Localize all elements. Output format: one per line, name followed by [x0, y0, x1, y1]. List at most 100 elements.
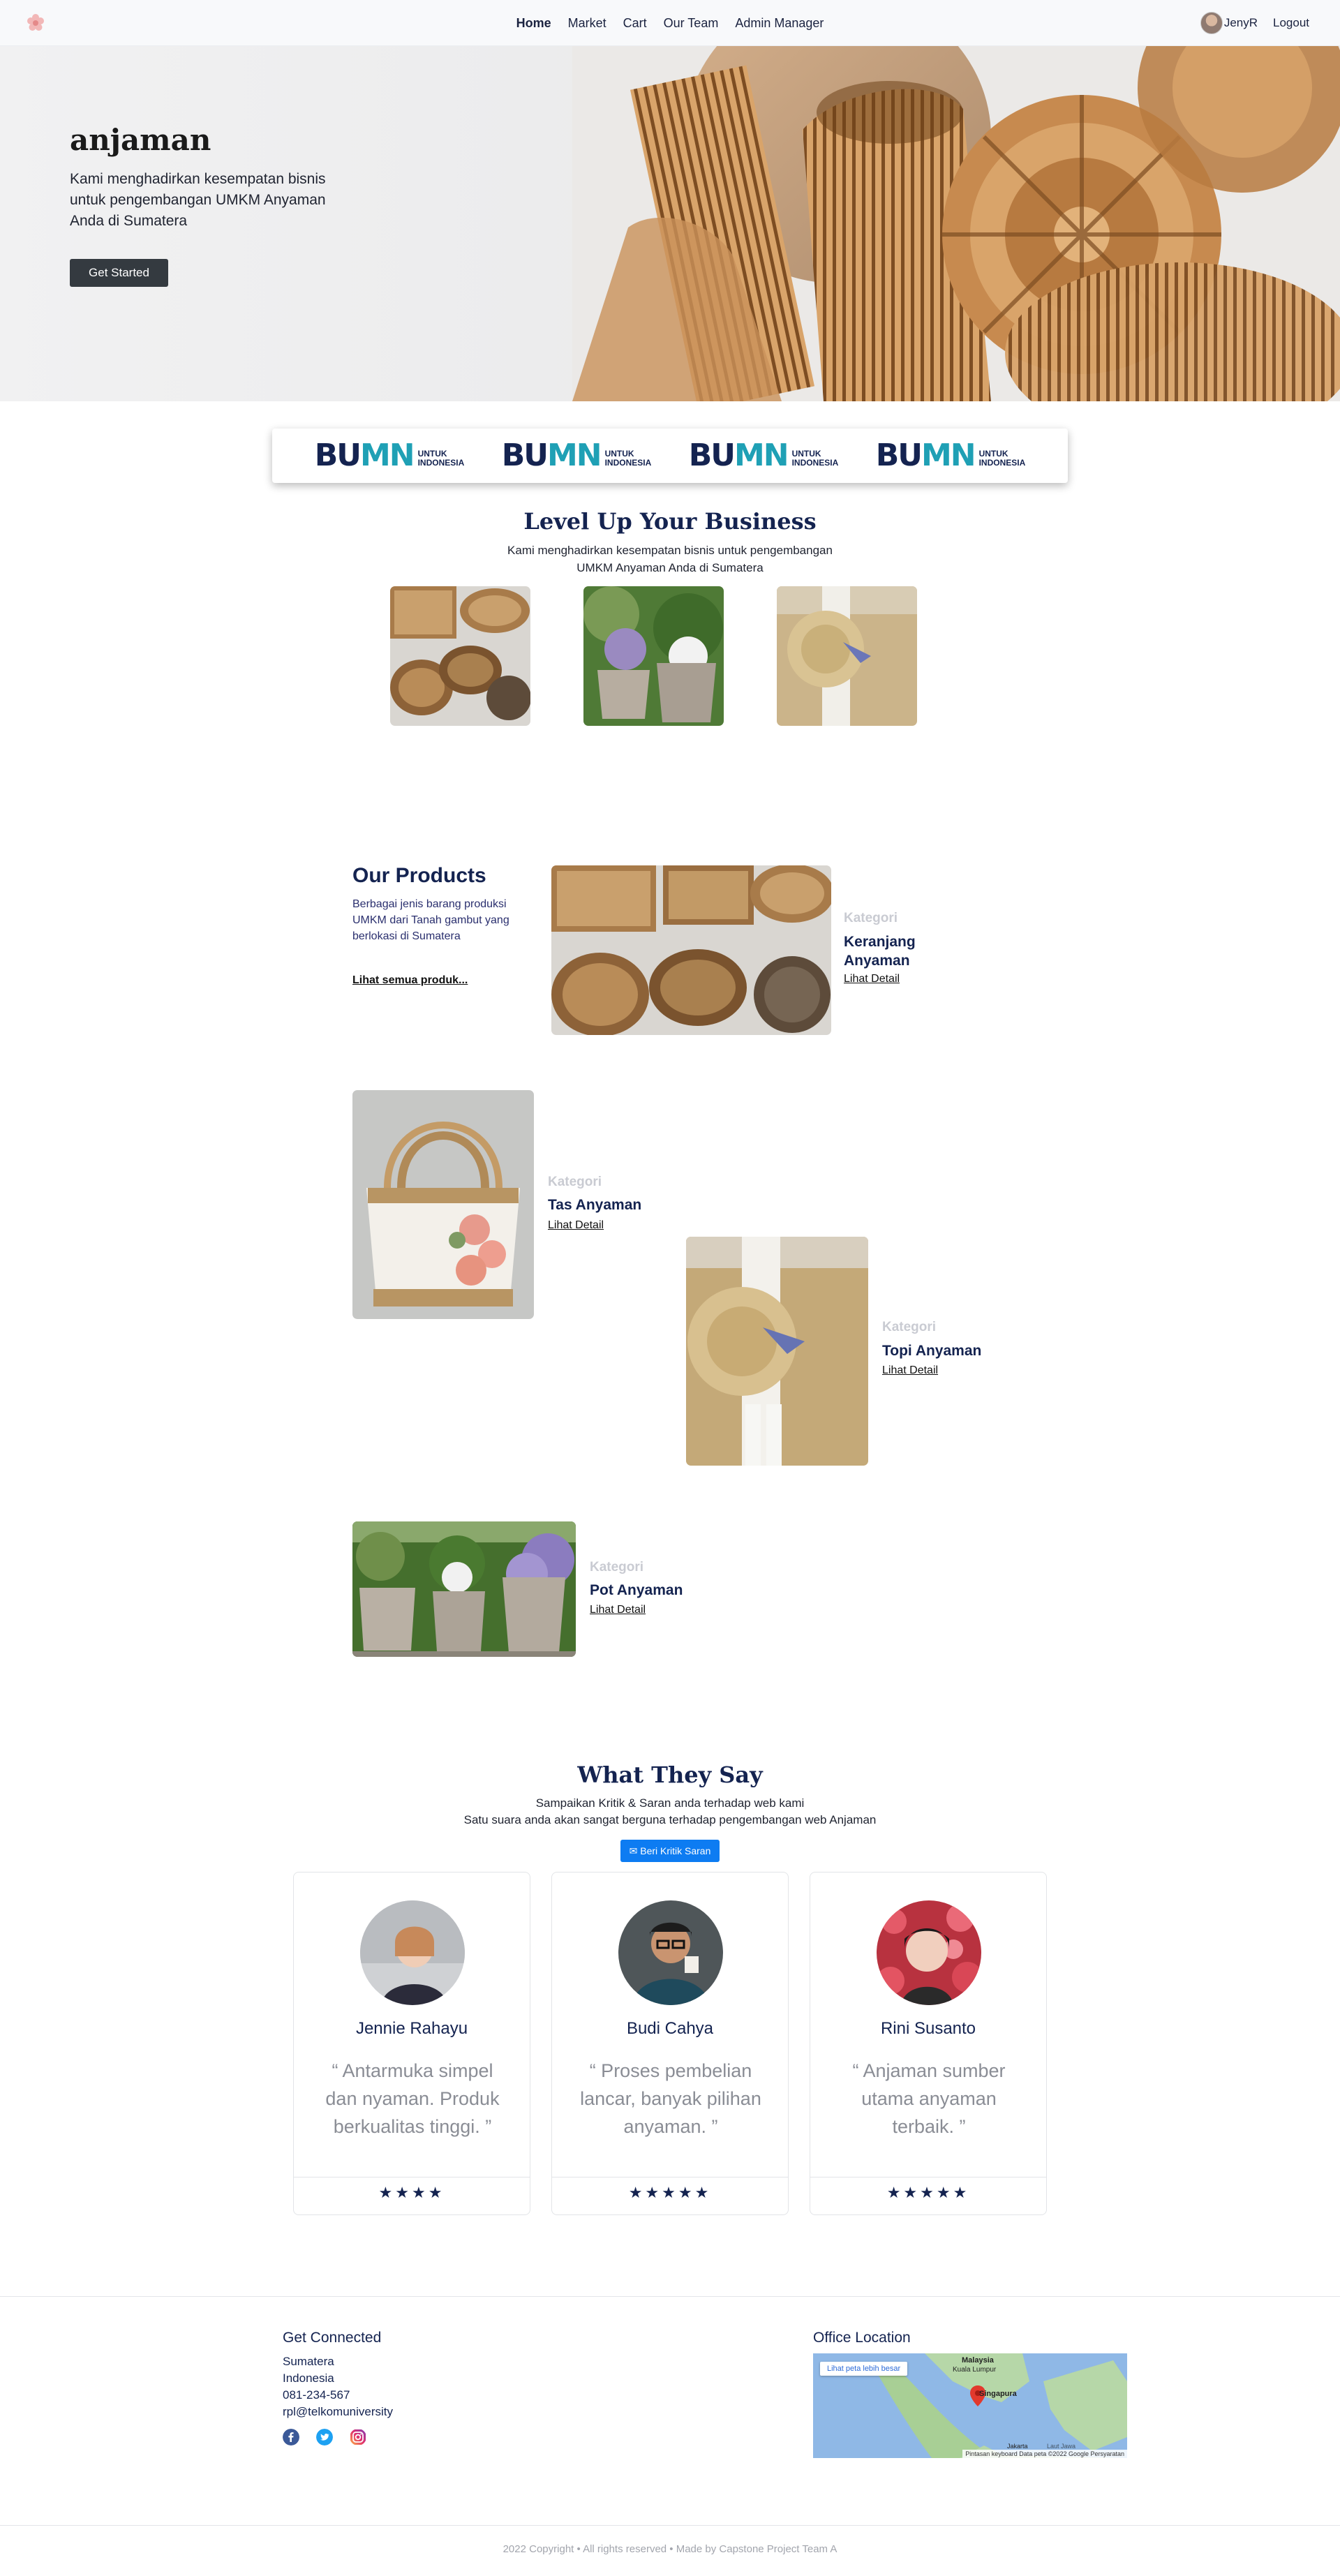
- baskets-top-view-image: [390, 586, 530, 726]
- products-heading: Our Products: [352, 864, 486, 887]
- product-image-topi[interactable]: [686, 1237, 868, 1466]
- bumn-logo[interactable]: BU MN UNTUK INDONESIA: [315, 439, 465, 472]
- product-image-tas[interactable]: [352, 1090, 534, 1319]
- bumn-logo[interactable]: BU MN UNTUK INDONESIA: [689, 439, 839, 472]
- testimonials-subtitle: Sampaikan Kritik & Saran anda terhadap w…: [0, 1795, 1340, 1829]
- contact-country: Indonesia: [283, 2372, 334, 2385]
- product-category: Kategori: [882, 1320, 937, 1334]
- product-detail-link[interactable]: Lihat Detail: [844, 973, 900, 985]
- get-connected-title: Get Connected: [283, 2330, 382, 2346]
- product-category: Kategori: [590, 1560, 644, 1574]
- testimonials-subtitle-line: Sampaikan Kritik & Saran anda terhadap w…: [535, 1796, 805, 1810]
- give-feedback-button[interactable]: ✉ Beri Kritik Saran: [620, 1840, 720, 1862]
- straw-hat-field-image: [777, 586, 917, 726]
- star-rating: ★★★★★: [628, 2184, 712, 2201]
- nav-link-our-team[interactable]: Our Team: [664, 16, 719, 31]
- bumn-logo[interactable]: BU MN UNTUK INDONESIA: [502, 439, 652, 472]
- product-detail-link[interactable]: Lihat Detail: [548, 1219, 604, 1232]
- product-category: Kategori: [548, 1175, 602, 1189]
- hero-title: anjaman: [70, 123, 211, 157]
- map-label: Kuala Lumpur: [953, 2366, 997, 2374]
- product-image-pot[interactable]: [352, 1521, 576, 1657]
- hero-banner: anjaman Kami menghadirkan kesempatan bis…: [0, 46, 1340, 401]
- nav-links: Home Market Cart Our Team Admin Manager: [0, 0, 1340, 46]
- bumn-logo[interactable]: BU MN UNTUK INDONESIA: [876, 439, 1026, 472]
- testimonial-avatar: [877, 1900, 981, 2005]
- hero-woven-baskets-image: [572, 46, 1340, 401]
- map-attribution[interactable]: Pintasan keyboard Data peta ©2022 Google…: [962, 2450, 1127, 2458]
- product-name: Tas Anyaman: [548, 1197, 642, 1213]
- instagram-icon[interactable]: [350, 2429, 366, 2445]
- products-description: Berbagai jenis barang produksi UMKM dari…: [352, 898, 509, 942]
- user-name[interactable]: JenyR: [1224, 16, 1258, 30]
- levelup-subtitle: Kami menghadirkan kesempatan bisnis untu…: [507, 544, 833, 574]
- user-avatar[interactable]: [1200, 12, 1223, 34]
- testimonial-name: Rini Susanto: [880, 2019, 976, 2038]
- bumn-sub-line: INDONESIA: [417, 458, 465, 468]
- bumn-logo-bu: BU: [501, 438, 549, 473]
- footer-divider: [0, 2525, 1340, 2526]
- office-location-title: Office Location: [813, 2330, 911, 2346]
- bumn-sub-line: INDONESIA: [978, 458, 1026, 468]
- product-category: Kategori: [844, 911, 898, 925]
- bumn-logo-bu: BU: [688, 438, 736, 473]
- bumn-logo-bu: BU: [314, 438, 362, 473]
- map-label: Laut Jawa: [1047, 2443, 1076, 2450]
- product-name: Pot Anyaman: [590, 1582, 683, 1598]
- star-rating: ★★★★: [378, 2184, 445, 2201]
- testimonial-card: Rini Susanto “ Anjaman sumber utama anya…: [810, 1872, 1047, 2215]
- bumn-logo-mn: MN: [359, 438, 415, 473]
- logout-link[interactable]: Logout: [1273, 16, 1309, 30]
- get-started-button[interactable]: Get Started: [70, 259, 168, 287]
- view-larger-map-button[interactable]: Lihat peta lebih besar: [820, 2362, 908, 2376]
- see-all-products-link[interactable]: Lihat semua produk...: [352, 974, 468, 987]
- plant-pots-image: [583, 586, 724, 726]
- testimonial-avatar: [360, 1900, 465, 2005]
- testimonial-quote: “ Proses pembelian lancar, banyak piliha…: [580, 2060, 761, 2137]
- product-detail-link[interactable]: Lihat Detail: [590, 1604, 646, 1616]
- nav-link-home[interactable]: Home: [516, 16, 551, 31]
- levelup-subtitle-wrap: Kami menghadirkan kesempatan bisnis untu…: [0, 542, 1340, 576]
- give-feedback-label: Beri Kritik Saran: [640, 1845, 711, 1856]
- navbar: Home Market Cart Our Team Admin Manager …: [0, 0, 1340, 46]
- testimonial-quote: “ Antarmuka simpel dan nyaman. Produk be…: [325, 2060, 500, 2137]
- product-name: Keranjang Anyaman: [844, 934, 916, 969]
- testimonial-quote: “ Anjaman sumber utama anyaman terbaik. …: [852, 2060, 1006, 2137]
- bumn-sub-line: INDONESIA: [791, 458, 839, 468]
- bumn-logo-sub: UNTUK INDONESIA: [792, 449, 839, 468]
- product-name: Topi Anyaman: [882, 1343, 982, 1359]
- office-map[interactable]: Malaysia Kuala Lumpur Singapura Jakarta …: [813, 2353, 1127, 2458]
- testimonial-name: Budi Cahya: [626, 2019, 714, 2038]
- twitter-icon[interactable]: [316, 2429, 333, 2445]
- partner-logos-bar: BU MN UNTUK INDONESIA BU MN UNTUK INDONESIA …: [272, 429, 1068, 483]
- product-image-keranjang[interactable]: [551, 865, 831, 1035]
- bumn-logo-mn: MN: [546, 438, 602, 473]
- testimonial-name: Jennie Rahayu: [355, 2019, 468, 2038]
- nav-link-market[interactable]: Market: [568, 16, 606, 31]
- footer-divider: [0, 2296, 1340, 2297]
- star-rating: ★★★★★: [886, 2184, 970, 2201]
- testimonial-avatar: [618, 1900, 723, 2005]
- bumn-logo-mn: MN: [921, 438, 976, 473]
- bumn-logo-mn: MN: [734, 438, 789, 473]
- facebook-icon[interactable]: [283, 2429, 299, 2445]
- levelup-title: Level Up Your Business: [523, 508, 817, 535]
- contact-email[interactable]: rpl@telkomuniversity: [283, 2404, 393, 2420]
- testimonials-subtitle-line: Satu suara anda akan sangat berguna terh…: [463, 1813, 877, 1826]
- bumn-logo-bu: BU: [875, 438, 923, 473]
- testimonials-title: What They Say: [577, 1762, 763, 1788]
- map-label: Singapura: [979, 2390, 1017, 2398]
- copyright-text: 2022 Copyright • All rights reserved • M…: [502, 2543, 838, 2555]
- bumn-logo-sub: UNTUK INDONESIA: [605, 449, 652, 468]
- bumn-logo-sub: UNTUK INDONESIA: [418, 449, 465, 468]
- bumn-sub-line: INDONESIA: [604, 458, 652, 468]
- contact-phone[interactable]: 081-234-567: [283, 2387, 393, 2404]
- hero-description: Kami menghadirkan kesempatan bisnis untu…: [70, 171, 326, 229]
- map-label: Malaysia: [962, 2356, 994, 2365]
- testimonial-card: Budi Cahya “ Proses pembelian lancar, ba…: [551, 1872, 789, 2215]
- nav-link-admin-manager[interactable]: Admin Manager: [735, 16, 824, 31]
- product-detail-link[interactable]: Lihat Detail: [882, 1364, 938, 1377]
- bumn-logo-sub: UNTUK INDONESIA: [979, 449, 1026, 468]
- testimonial-card: Jennie Rahayu “ Antarmuka simpel dan nya…: [293, 1872, 530, 2215]
- nav-link-cart[interactable]: Cart: [623, 16, 647, 31]
